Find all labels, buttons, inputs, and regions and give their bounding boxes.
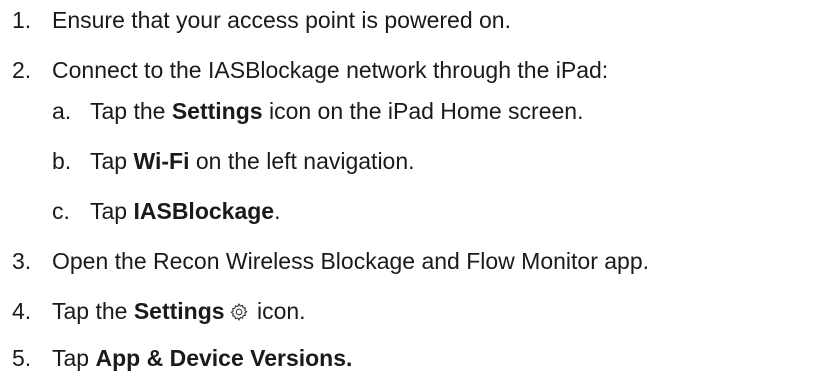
step-text: Open the Recon Wireless Blockage and Flo… bbox=[52, 248, 650, 274]
substep-letter: a. bbox=[52, 98, 72, 124]
step-number: 5. bbox=[12, 345, 32, 371]
bold-term: IASBlockage bbox=[133, 198, 275, 224]
substep-text: Tap Wi-Fi on the left navigation. bbox=[90, 148, 415, 174]
step-text: Connect to the IASBlockage network throu… bbox=[52, 57, 609, 83]
substep-letter: c. bbox=[52, 198, 70, 224]
bold-term: Settings bbox=[133, 298, 225, 324]
instruction-list: 1. Ensure that your access point is powe… bbox=[0, 0, 819, 376]
bold-term: Wi-Fi bbox=[133, 148, 190, 174]
substep-text: Tap the Settings icon on the iPad Home s… bbox=[90, 98, 584, 124]
settings-gear-icon bbox=[229, 300, 249, 328]
step-text: Tap App & Device Versions. bbox=[52, 345, 353, 371]
step-number: 3. bbox=[12, 248, 32, 274]
step-number: 4. bbox=[12, 298, 32, 324]
bold-term: Settings bbox=[171, 98, 263, 124]
substep-text: Tap IASBlockage. bbox=[90, 198, 281, 224]
step-text: Ensure that your access point is powered… bbox=[52, 7, 511, 33]
step-number: 2. bbox=[12, 57, 32, 83]
bold-term: App & Device Versions. bbox=[95, 345, 353, 371]
step-number: 1. bbox=[12, 7, 32, 33]
step-text: Tap the Settings icon. bbox=[52, 297, 306, 328]
substep-letter: b. bbox=[52, 148, 72, 174]
